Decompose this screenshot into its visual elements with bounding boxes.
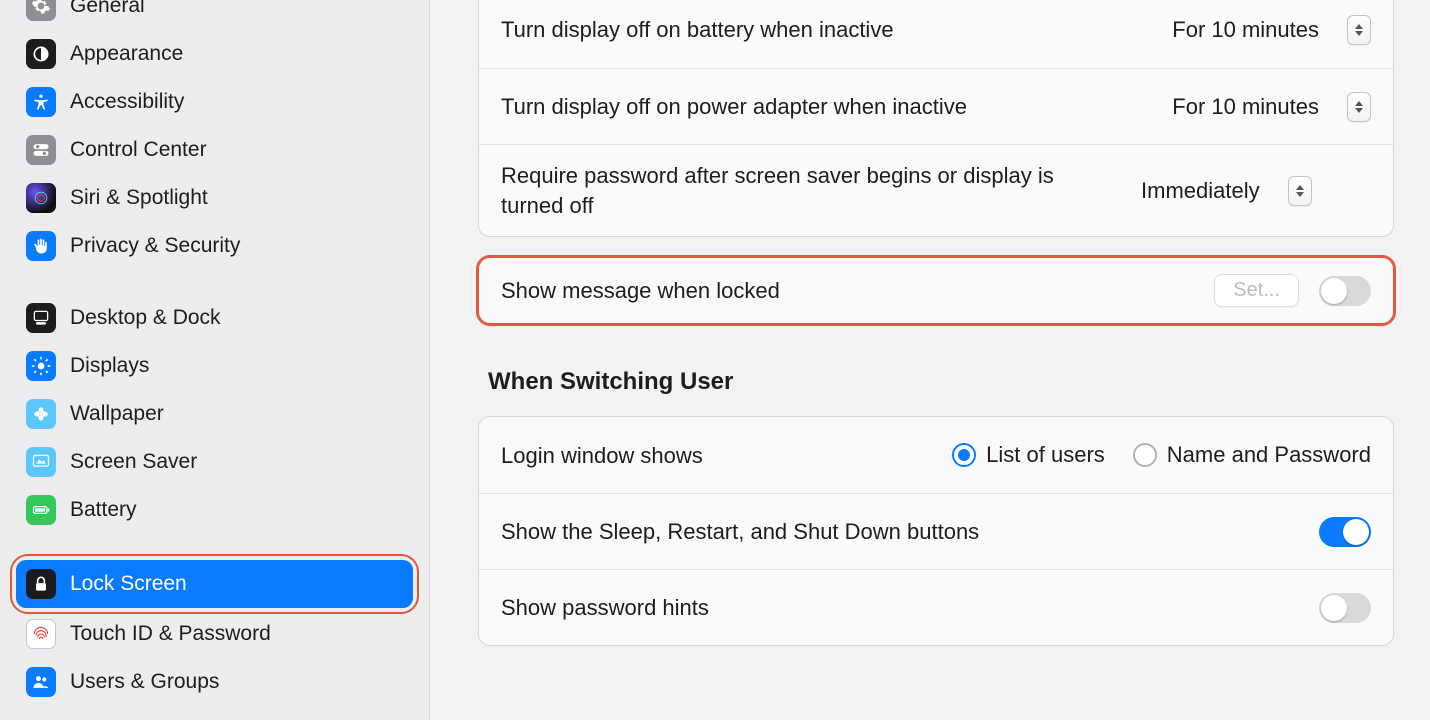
accessibility-icon: [26, 87, 56, 117]
sidebar-item-label: Screen Saver: [70, 450, 197, 474]
toggle-password-hints[interactable]: [1319, 593, 1371, 623]
sidebar-item-general[interactable]: General: [16, 0, 413, 30]
stepper-require-password[interactable]: [1288, 176, 1312, 206]
stepper-adapter-display[interactable]: [1347, 92, 1371, 122]
sidebar-item-label: Accessibility: [70, 90, 184, 114]
row-password-hints: Show password hints: [479, 569, 1393, 645]
sidebar-item-users[interactable]: Users & Groups: [16, 658, 413, 706]
siri-icon: [26, 183, 56, 213]
gear-icon: [26, 0, 56, 21]
radio-label: Name and Password: [1167, 442, 1371, 468]
sidebar-item-accessibility[interactable]: Accessibility: [16, 78, 413, 126]
settings-content: Turn display off on battery when inactiv…: [430, 0, 1430, 720]
sidebar-item-label: Appearance: [70, 42, 183, 66]
sidebar-item-siri[interactable]: Siri & Spotlight: [16, 174, 413, 222]
sidebar-item-label: Privacy & Security: [70, 234, 240, 258]
sidebar-item-label: Lock Screen: [70, 572, 187, 596]
set-message-button[interactable]: Set...: [1214, 274, 1299, 307]
row-adapter-display-off: Turn display off on power adapter when i…: [479, 68, 1393, 144]
radio-label: List of users: [986, 442, 1105, 468]
row-require-password: Require password after screen saver begi…: [479, 144, 1393, 236]
sidebar-item-label: Displays: [70, 354, 149, 378]
screensaver-icon: [26, 447, 56, 477]
radio-name-password[interactable]: Name and Password: [1133, 442, 1371, 468]
sidebar-item-desktop[interactable]: Desktop & Dock: [16, 294, 413, 342]
sidebar-item-label: General: [70, 0, 145, 18]
sidebar-item-label: Control Center: [70, 138, 207, 162]
setting-value: Immediately: [1141, 178, 1260, 204]
row-login-window-shows: Login window shows List of users Name an…: [479, 417, 1393, 493]
row-sleep-restart-buttons: Show the Sleep, Restart, and Shut Down b…: [479, 493, 1393, 569]
row-battery-display-off: Turn display off on battery when inactiv…: [479, 0, 1393, 68]
setting-label: Login window shows: [501, 441, 801, 471]
setting-value: For 10 minutes: [1172, 17, 1319, 43]
sidebar-item-privacy[interactable]: Privacy & Security: [16, 222, 413, 270]
section-title: When Switching User: [488, 368, 1394, 396]
appearance-icon: [26, 39, 56, 69]
radio-icon: [1133, 443, 1157, 467]
hand-icon: [26, 231, 56, 261]
lock-icon: [26, 569, 56, 599]
toggle-sleep-restart[interactable]: [1319, 517, 1371, 547]
sidebar-item-lockscreen[interactable]: Lock Screen: [16, 560, 413, 608]
dock-icon: [26, 303, 56, 333]
sidebar-item-appearance[interactable]: Appearance: [16, 30, 413, 78]
sidebar-item-label: Touch ID & Password: [70, 622, 271, 646]
setting-label: Require password after screen saver begi…: [501, 161, 1121, 220]
brightness-icon: [26, 351, 56, 381]
sidebar-item-touchid[interactable]: Touch ID & Password: [16, 610, 413, 658]
sidebar-item-battery[interactable]: Battery: [16, 486, 413, 534]
sidebar: General Appearance Accessibility Control…: [0, 0, 430, 720]
radio-icon: [952, 443, 976, 467]
toggle-show-message[interactable]: [1319, 276, 1371, 306]
sidebar-item-displays[interactable]: Displays: [16, 342, 413, 390]
sidebar-item-controlcenter[interactable]: Control Center: [16, 126, 413, 174]
sidebar-highlighted: Lock Screen: [14, 558, 415, 610]
sidebar-item-label: Siri & Spotlight: [70, 186, 208, 210]
fingerprint-icon: [26, 619, 56, 649]
setting-label: Show the Sleep, Restart, and Shut Down b…: [501, 517, 1299, 547]
flower-icon: [26, 399, 56, 429]
sidebar-item-label: Wallpaper: [70, 402, 164, 426]
radio-list-of-users[interactable]: List of users: [952, 442, 1105, 468]
row-show-message-locked: Show message when locked Set...: [478, 257, 1394, 324]
sidebar-item-label: Battery: [70, 498, 137, 522]
sidebar-item-label: Users & Groups: [70, 670, 219, 694]
setting-value: For 10 minutes: [1172, 94, 1319, 120]
controlcenter-icon: [26, 135, 56, 165]
sidebar-item-screensaver[interactable]: Screen Saver: [16, 438, 413, 486]
sidebar-item-label: Desktop & Dock: [70, 306, 221, 330]
setting-label: Show message when locked: [501, 276, 1194, 306]
setting-label: Turn display off on battery when inactiv…: [501, 15, 1152, 45]
setting-label: Show password hints: [501, 593, 1299, 623]
stepper-battery-display[interactable]: [1347, 15, 1371, 45]
setting-label: Turn display off on power adapter when i…: [501, 92, 1152, 122]
users-icon: [26, 667, 56, 697]
battery-icon: [26, 495, 56, 525]
sidebar-item-wallpaper[interactable]: Wallpaper: [16, 390, 413, 438]
